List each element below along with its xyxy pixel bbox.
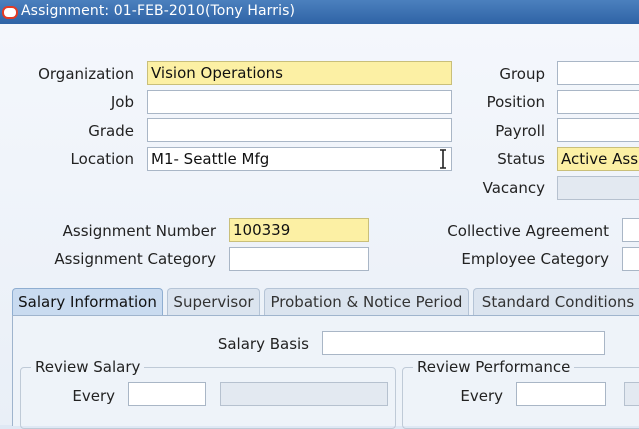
status-field[interactable]: Active Ass (557, 147, 639, 171)
organization-field[interactable]: Vision Operations (147, 61, 452, 85)
review-performance-frequency-field[interactable] (624, 382, 639, 406)
review-salary-every-field[interactable] (128, 382, 206, 406)
position-field[interactable] (557, 90, 639, 114)
review-performance-every-label: Every (460, 387, 503, 405)
job-label: Job (110, 93, 134, 111)
tab-supervisor[interactable]: Supervisor (167, 288, 260, 316)
location-label: Location (70, 150, 134, 168)
window-titlebar: Assignment: 01-FEB-2010(Tony Harris) (0, 0, 639, 24)
review-salary-every-label: Every (72, 387, 115, 405)
assignment-category-label: Assignment Category (54, 250, 216, 268)
location-field[interactable]: M1- Seattle Mfg (147, 147, 452, 171)
organization-label: Organization (38, 65, 134, 83)
assignment-number-field[interactable]: 100339 (229, 218, 369, 242)
text-cursor-icon (440, 149, 446, 169)
window-title: Assignment: 01-FEB-2010(Tony Harris) (21, 3, 296, 19)
assignment-category-field[interactable] (229, 247, 369, 271)
payroll-label: Payroll (495, 122, 545, 140)
status-label: Status (497, 150, 545, 168)
collective-agreement-field[interactable] (622, 218, 639, 242)
tab-salary-information[interactable]: Salary Information (12, 288, 163, 316)
tab-probation-notice-period[interactable]: Probation & Notice Period (264, 288, 469, 316)
review-performance-every-field[interactable] (516, 382, 606, 406)
review-salary-label: Review Salary (31, 358, 145, 376)
oracle-logo-icon (2, 6, 18, 19)
salary-basis-field[interactable] (322, 331, 605, 355)
employee-category-label: Employee Category (461, 250, 609, 268)
grade-field[interactable] (147, 118, 452, 142)
review-performance-label: Review Performance (413, 358, 575, 376)
group-label: Group (499, 65, 545, 83)
vacancy-field[interactable] (557, 176, 639, 200)
salary-basis-label: Salary Basis (217, 335, 309, 353)
vacancy-label: Vacancy (482, 179, 545, 197)
review-salary-frequency-field[interactable] (220, 382, 388, 406)
payroll-field[interactable] (557, 118, 639, 142)
tab-standard-conditions[interactable]: Standard Conditions (473, 288, 639, 316)
grade-label: Grade (88, 122, 134, 140)
group-field[interactable] (557, 61, 639, 85)
employee-category-field[interactable] (622, 247, 639, 271)
position-label: Position (486, 93, 545, 111)
collective-agreement-label: Collective Agreement (447, 222, 609, 240)
job-field[interactable] (147, 90, 452, 114)
assignment-number-label: Assignment Number (62, 222, 216, 240)
